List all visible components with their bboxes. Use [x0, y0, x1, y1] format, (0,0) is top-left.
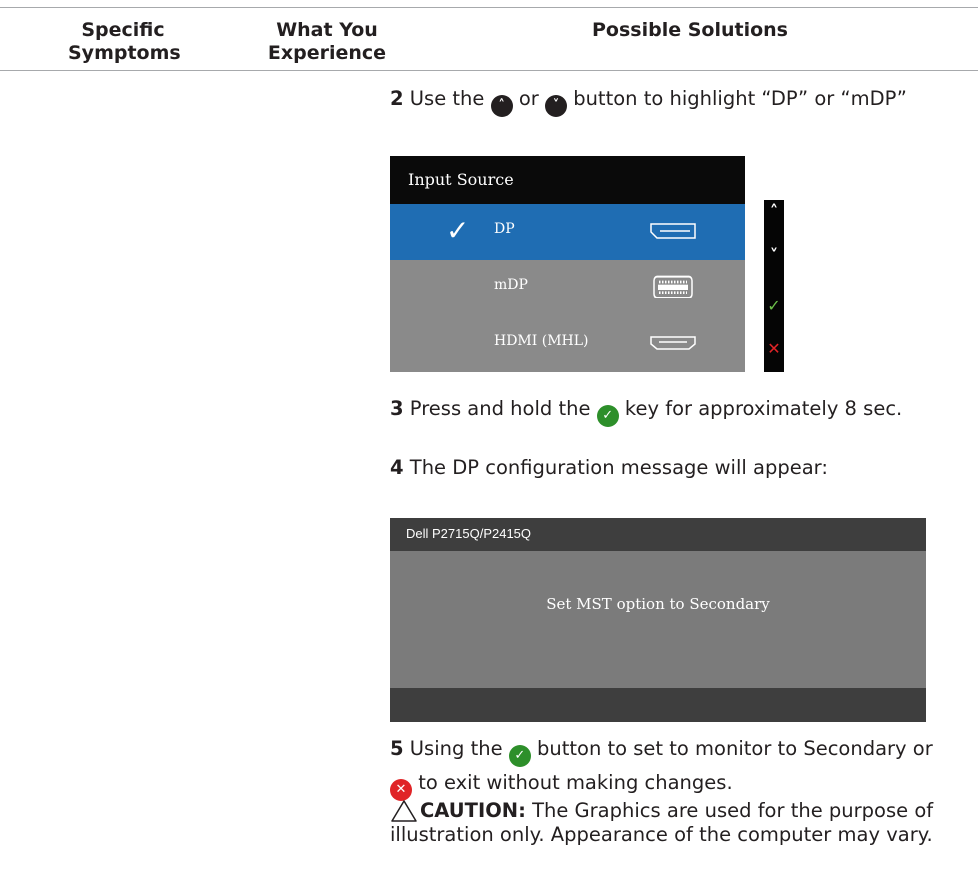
check-button-icon: ✓ — [508, 745, 531, 767]
step-number: 2 — [390, 87, 404, 110]
up-button-icon: ˄ — [490, 95, 513, 117]
header-what-you-experience: What You Experience — [267, 19, 387, 64]
down-button-icon: ˅ — [544, 95, 567, 117]
message-body: Set MST option to Secondary — [546, 595, 770, 613]
down-icon[interactable]: ˅ — [764, 246, 784, 266]
step-4: 4 The DP configuration message will appe… — [390, 456, 828, 479]
table-header-rule — [0, 70, 978, 71]
step-number: 3 — [390, 397, 404, 420]
exit-button-icon: ✕ — [390, 779, 412, 801]
close-icon[interactable]: ✕ — [764, 339, 784, 358]
displayport-icon — [650, 223, 696, 239]
message-title: Dell P2715Q/P2415Q — [406, 526, 532, 541]
step-number: 5 — [390, 737, 404, 760]
osd-side-button-bar: ˄ ˅ ✓ ✕ — [764, 200, 784, 372]
osd-item-dp[interactable]: ✓ DP — [390, 204, 745, 260]
warning-triangle-icon — [391, 800, 417, 822]
check-button-icon: ✓ — [596, 405, 619, 427]
step-2: 2 Use the ˄ or ˅ button to highlight “DP… — [390, 87, 960, 117]
hdmi-icon — [650, 336, 696, 350]
osd-title: Input Source — [408, 170, 514, 189]
dp-configuration-message: Dell P2715Q/P2415Q Set MST option to Sec… — [390, 518, 926, 722]
table-top-rule — [0, 7, 978, 8]
caution-note: CAUTION: The Graphics are used for the p… — [390, 799, 960, 847]
mini-displayport-icon — [653, 275, 693, 298]
step-3: 3 Press and hold the ✓ key for approxima… — [390, 397, 960, 427]
osd-item-hdmi[interactable]: HDMI (MHL) — [390, 316, 745, 372]
message-footer — [390, 688, 926, 722]
input-source-osd: Input Source ✓ DP mDP HDMI (MHL) — [390, 156, 745, 372]
up-icon[interactable]: ˄ — [764, 202, 784, 222]
osd-item-mdp[interactable]: mDP — [390, 260, 745, 316]
header-specific-symptoms: Specific Symptoms — [68, 19, 181, 64]
step-number: 4 — [390, 456, 404, 479]
header-possible-solutions: Possible Solutions — [592, 19, 788, 41]
caution-label: CAUTION: — [420, 799, 526, 822]
osd-header: Input Source — [390, 156, 745, 204]
check-icon[interactable]: ✓ — [764, 296, 784, 315]
checkmark-icon: ✓ — [446, 214, 470, 247]
step-5: 5 Using the ✓ button to set to monitor t… — [390, 733, 960, 801]
message-header: Dell P2715Q/P2415Q — [390, 518, 926, 551]
